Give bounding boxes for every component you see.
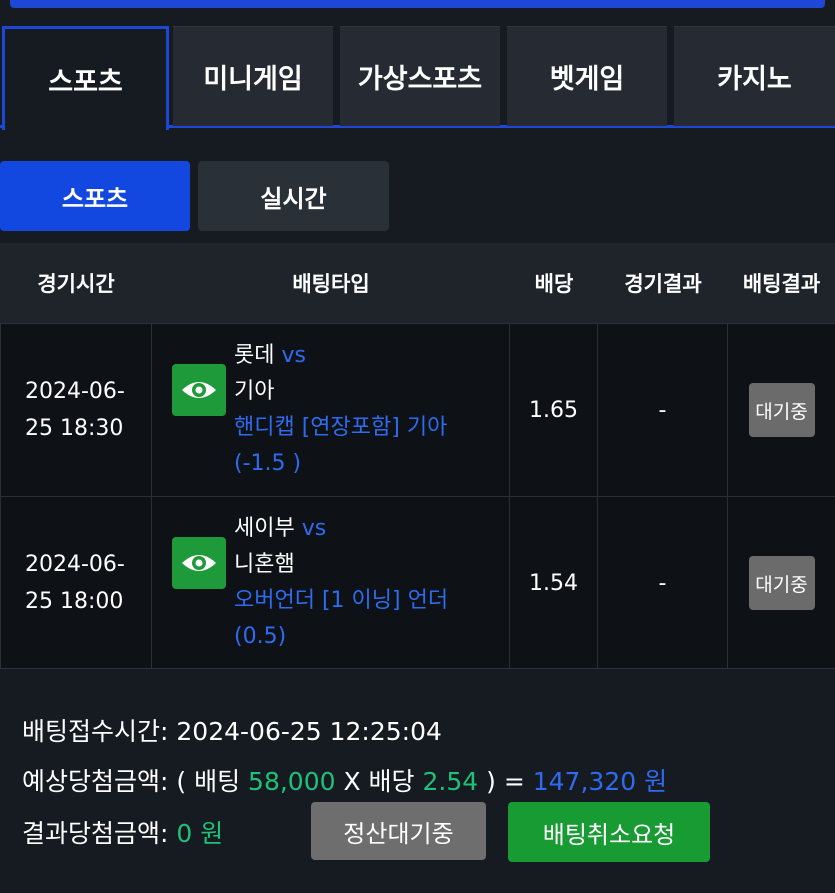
bet-received-time: 배팅접수시간: 2024-06-25 12:25:04 (22, 712, 442, 748)
table-bottom-border (0, 668, 835, 669)
bet-amount: 58,000 (248, 767, 336, 796)
cell-bet-result: 대기중 (728, 324, 835, 496)
expected-label: 예상당첨금액: (22, 767, 169, 796)
top-bar (0, 0, 835, 10)
cell-bet-type: 롯데 vs 기아 핸디캡 [연장포함] 기아 (-1.5 ) (152, 324, 510, 496)
cell-odds: 1.54 (510, 497, 598, 669)
game-result-value: - (658, 570, 667, 596)
subtab-sports[interactable]: 스포츠 (0, 161, 190, 231)
status-badge: 대기중 (748, 383, 815, 437)
eye-icon[interactable] (172, 537, 226, 589)
tab-betgame[interactable]: 벳게임 (507, 26, 667, 126)
cell-time: 2024-06- 25 18:00 (0, 497, 152, 669)
received-value: 2024-06-25 12:25:04 (176, 717, 442, 746)
header-game-result: 경기결과 (624, 272, 702, 296)
status-badge: 대기중 (748, 556, 815, 610)
cell-game-result: - (598, 324, 728, 496)
header-odds: 배당 (534, 272, 574, 296)
expected-open: ( 배팅 (176, 767, 241, 796)
bet-detail: 핸디캡 [연장포함] 기아 (234, 415, 448, 440)
bet-line: (0.5) (234, 624, 287, 649)
bet-detail: 오버언더 [1 이닝] 언더 (234, 588, 449, 613)
tab-casino[interactable]: 카지노 (674, 26, 835, 126)
main-tabs: 스포츠 미니게임 가상스포츠 벳게임 카지노 (0, 26, 835, 130)
tab-virtual-sports[interactable]: 가상스포츠 (340, 26, 500, 126)
cell-game-result: - (598, 497, 728, 669)
header-bet-result: 배팅결과 (742, 272, 821, 296)
top-accent-bar (10, 0, 825, 8)
odds-value: 1.65 (529, 397, 578, 423)
expected-win-amount: 예상당첨금액: ( 배팅 58,000 X 배당 2.54 ) = 147,32… (22, 762, 667, 798)
time-clock: 25 18:30 (25, 416, 124, 441)
eye-icon[interactable] (172, 364, 226, 416)
home-team: 세이부 (234, 516, 295, 541)
tab-minigame[interactable]: 미니게임 (173, 26, 333, 126)
away-team: 니혼햄 (234, 552, 295, 577)
odds-value: 1.54 (529, 570, 578, 596)
header-game-time: 경기시간 (37, 272, 115, 296)
equals-label: ) = (486, 767, 525, 796)
cancel-bet-request-button[interactable]: 배팅취소요청 (508, 802, 710, 862)
table-row: 2024-06- 25 18:00 세이부 vs 니혼햄 오버언더 [1 이닝]… (0, 496, 835, 669)
subtab-live[interactable]: 실시간 (198, 161, 389, 231)
vs-label: vs (301, 516, 327, 541)
result-label: 결과당첨금액: (22, 819, 169, 848)
bet-line: (-1.5 ) (234, 451, 302, 476)
x-odds-label: X 배당 (343, 767, 415, 796)
time-date: 2024-06- (25, 552, 125, 577)
table-header: 경기시간 배팅타입 배당 경기결과 배팅결과 (0, 243, 835, 323)
table-row: 2024-06- 25 18:30 롯데 vs 기아 핸디캡 [연장포함] 기아… (0, 323, 835, 496)
cell-bet-result: 대기중 (728, 497, 835, 669)
cell-time: 2024-06- 25 18:30 (0, 324, 152, 496)
away-team: 기아 (234, 379, 275, 404)
result-win-amount: 결과당첨금액: 0 원 (22, 814, 223, 850)
vs-label: vs (281, 343, 306, 368)
cell-bet-type: 세이부 vs 니혼햄 오버언더 [1 이닝] 언더 (0.5) (152, 497, 510, 669)
tab-sports[interactable]: 스포츠 (2, 26, 169, 130)
received-label: 배팅접수시간: (22, 717, 169, 746)
home-team: 롯데 (234, 343, 275, 368)
expected-amount: 147,320 원 (532, 767, 668, 796)
result-amount: 0 원 (176, 819, 224, 848)
settle-pending-button[interactable]: 정산대기중 (311, 802, 486, 860)
cell-odds: 1.65 (510, 324, 598, 496)
total-odds: 2.54 (422, 767, 479, 796)
time-date: 2024-06- (25, 379, 125, 404)
time-clock: 25 18:00 (25, 589, 124, 614)
header-bet-type: 배팅타입 (292, 272, 370, 296)
game-result-value: - (658, 397, 667, 423)
